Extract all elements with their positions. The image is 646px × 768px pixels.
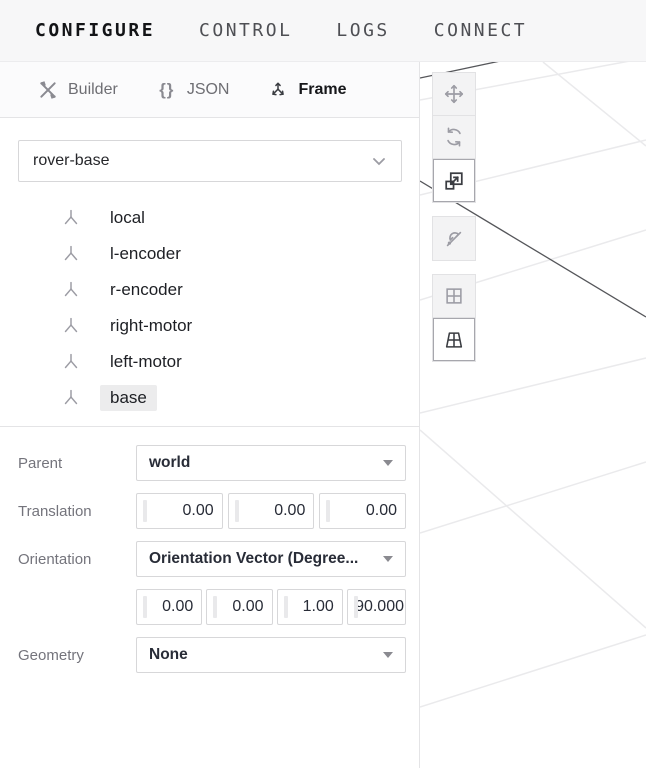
json-braces-icon: {} [156,79,178,101]
axis-indicator [354,596,358,618]
grid-tool-group [432,274,476,362]
geometry-label: Geometry [18,647,136,664]
perspective-grid-icon [443,329,465,351]
tab-configure[interactable]: CONFIGURE [35,20,155,41]
subtab-frame-label: Frame [298,81,346,99]
move-icon [443,83,465,105]
rotate-tool-button[interactable] [433,116,475,159]
frame-node-icon [60,207,82,229]
frame-tree-item-local[interactable]: local [0,200,419,236]
machine-part-select-value: rover-base [33,152,109,170]
viewport-toolbar [432,72,476,375]
snap-tool-group [432,216,476,261]
frame-tree-item-left-motor[interactable]: left-motor [0,344,419,380]
orientation-z-input[interactable]: 1.00 [277,589,343,625]
scale-tool-button[interactable] [433,159,475,202]
axis-indicator [326,500,330,522]
grid-view-button[interactable] [433,275,475,318]
tab-logs[interactable]: LOGS [336,20,389,41]
axis-indicator [143,500,147,522]
tab-control[interactable]: CONTROL [199,20,292,41]
frame-tree-item-base[interactable]: base [0,380,419,416]
frame-form: Parent world Translation 0.00 [0,427,419,673]
caret-down-icon [383,556,393,562]
translation-x-input[interactable]: 0.00 [136,493,223,529]
subtab-json[interactable]: {} JSON [156,79,230,101]
move-tool-button[interactable] [433,73,475,116]
axis-indicator [213,596,217,618]
orientation-theta-input[interactable]: 90.000 [347,589,406,625]
grid-icon [443,285,465,307]
translation-row: Translation 0.00 0.00 0.00 [18,493,406,529]
axis-indicator [143,596,147,618]
translation-y-input[interactable]: 0.00 [228,493,315,529]
axis-indicator [235,500,239,522]
top-navigation: CONFIGURE CONTROL LOGS CONNECT [0,0,646,62]
scale-icon [443,170,465,192]
frame-config-panel: Builder {} JSON Frame [0,62,420,768]
machine-part-select[interactable]: rover-base [18,140,402,182]
subtab-builder-label: Builder [68,81,118,99]
orientation-y-input[interactable]: 0.00 [206,589,272,625]
translation-label: Translation [18,503,136,520]
frame-node-icon [60,387,82,409]
orientation-type-select[interactable]: Orientation Vector (Degree... [136,541,406,577]
perspective-grid-button[interactable] [433,318,475,361]
translation-z-input[interactable]: 0.00 [319,493,406,529]
magnet-off-icon [443,228,465,250]
rotate-icon [443,126,465,148]
frame-tree-item-r-encoder[interactable]: r-encoder [0,272,419,308]
orientation-x-input[interactable]: 0.00 [136,589,202,625]
subtab-frame[interactable]: Frame [267,79,346,101]
frame-node-icon [60,315,82,337]
axis-indicator [284,596,288,618]
frame-tree-item-right-motor[interactable]: right-motor [0,308,419,344]
geometry-select[interactable]: None [136,637,406,673]
orientation-values-row: 0.00 0.00 1.00 90.000 [18,589,406,625]
frame-node-icon [60,243,82,265]
caret-down-icon [383,652,393,658]
parent-row: Parent world [18,445,406,481]
config-subtabs: Builder {} JSON Frame [0,62,419,118]
tools-icon [37,79,59,101]
frame-tree-item-l-encoder[interactable]: l-encoder [0,236,419,272]
caret-down-icon [383,460,393,466]
snap-disabled-button[interactable] [433,217,475,260]
subtab-json-label: JSON [187,81,230,99]
3d-viewport[interactable] [420,62,646,768]
parent-select[interactable]: world [136,445,406,481]
orientation-label: Orientation [18,551,136,568]
transform-tool-group [432,72,476,203]
orientation-type-row: Orientation Orientation Vector (Degree..… [18,541,406,577]
tab-connect[interactable]: CONNECT [434,20,527,41]
frame-axes-icon [267,79,289,101]
geometry-row: Geometry None [18,637,406,673]
parent-label: Parent [18,455,136,472]
frame-node-icon [60,279,82,301]
frame-node-icon [60,351,82,373]
chevron-down-icon [371,153,387,169]
frame-tree: local l-encoder r-encoder right-motor le… [0,196,419,426]
subtab-builder[interactable]: Builder [37,79,118,101]
